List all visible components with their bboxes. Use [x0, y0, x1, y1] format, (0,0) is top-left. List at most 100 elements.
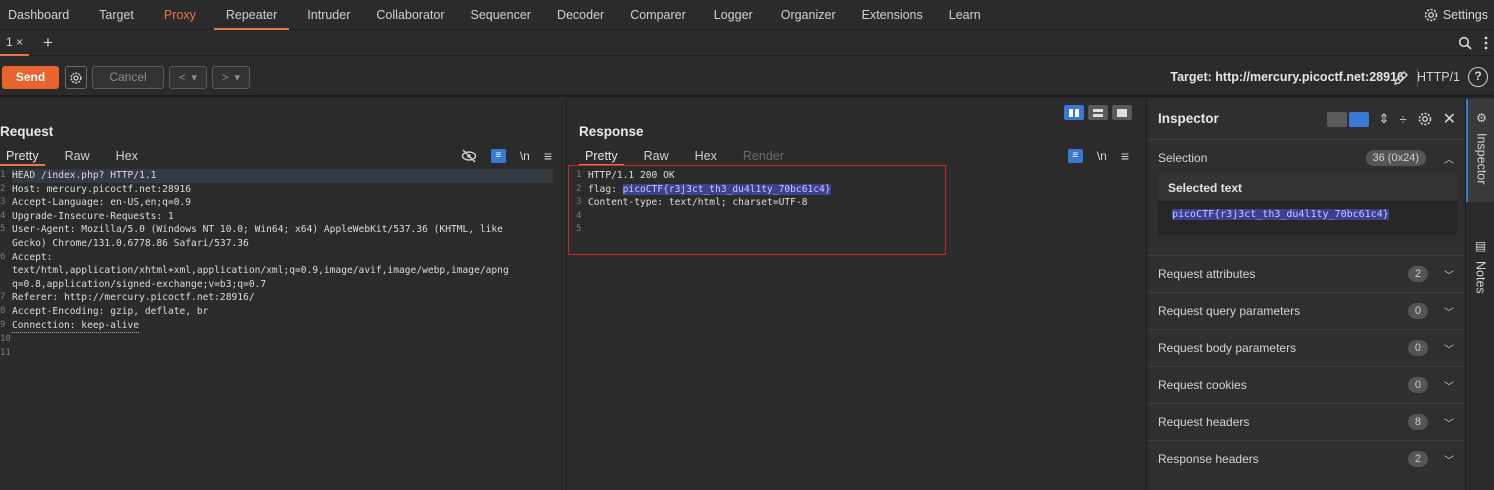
response-tab-pretty[interactable]: Pretty: [579, 146, 624, 166]
line-number: 10: [0, 334, 11, 345]
layout-split-rows-icon[interactable]: [1088, 105, 1108, 120]
sidebar-tab-inspector[interactable]: ⚙ Inspector: [1466, 99, 1494, 202]
collapse-all-icon[interactable]: ÷: [1399, 112, 1406, 127]
chevron-down-icon: ﹀: [1444, 344, 1454, 356]
nav-tab-dashboard[interactable]: Dashboard: [0, 0, 77, 30]
request-line: Gecko) Chrome/131.0.6778.86 Safari/537.3…: [0, 237, 566, 251]
edit-pencil-icon[interactable]: [1392, 69, 1410, 87]
line-number: 2: [0, 183, 6, 194]
more-vertical-icon[interactable]: [1484, 36, 1488, 50]
request-line-text: text/html,application/xhtml+xml,applicat…: [12, 265, 509, 277]
repeater-toolbar: Send Cancel < ▾ > ▾ Target: http://mercury…: [0, 57, 1494, 97]
line-number: 6: [0, 251, 6, 262]
inspector-section-label: Request query parameters: [1158, 304, 1301, 318]
inspector-section-row[interactable]: Request cookies 0 ﹀: [1148, 366, 1464, 403]
gear-icon[interactable]: [1417, 111, 1433, 127]
selected-text-value[interactable]: picoCTF{r3j3ct_th3_du4l1ty_70bc61c4}: [1172, 209, 1389, 220]
line-number: 1: [0, 170, 6, 180]
nav-tab-organizer[interactable]: Organizer: [773, 0, 844, 30]
request-tab-raw[interactable]: Raw: [59, 146, 96, 166]
layout-single-icon[interactable]: [1112, 105, 1132, 120]
sidebar-notes-label: Notes: [1473, 261, 1488, 294]
request-line: 5 User-Agent: Mozilla/5.0 (Windows NT 10.…: [0, 223, 566, 237]
nav-tab-comparer[interactable]: Comparer: [622, 0, 694, 30]
newline-toggle-icon[interactable]: \n: [1097, 149, 1107, 163]
settings-button[interactable]: Settings: [1423, 0, 1488, 30]
inspector-section-label: Request attributes: [1158, 267, 1256, 281]
inspector-layout-left-icon[interactable]: [1326, 111, 1347, 127]
inspector-section-row[interactable]: Request attributes 2 ﹀: [1148, 255, 1464, 292]
line-number: 7: [0, 292, 6, 303]
request-line: 3 Accept-Language: en-US,en;q=0.9: [0, 196, 566, 210]
expand-all-icon[interactable]: ⇕: [1379, 111, 1390, 127]
repeater-tab-1[interactable]: 1 ×: [0, 30, 30, 56]
nav-tab-extensions[interactable]: Extensions: [854, 0, 931, 30]
request-line-text: Upgrade-Insecure-Requests: 1: [12, 210, 174, 222]
send-button[interactable]: Send: [2, 66, 59, 89]
request-tab-hex[interactable]: Hex: [110, 146, 144, 166]
send-settings-button[interactable]: [65, 66, 87, 89]
nav-tab-intruder[interactable]: Intruder: [299, 0, 358, 30]
nav-tab-logger[interactable]: Logger: [706, 0, 761, 30]
close-icon[interactable]: ✕: [1443, 109, 1456, 129]
cancel-button[interactable]: Cancel: [92, 66, 164, 89]
right-sidebar: ⚙ Inspector ▤ Notes: [1465, 99, 1494, 490]
inspector-section-row[interactable]: Response headers 2 ﹀: [1148, 440, 1464, 477]
chevron-left-icon: <: [179, 71, 186, 84]
history-forward-button[interactable]: > ▾: [212, 66, 250, 89]
nav-tab-target[interactable]: Target: [91, 0, 142, 30]
sidebar-tab-notes[interactable]: ▤ Notes: [1466, 239, 1494, 319]
sidebar-inspector-label: Inspector: [1474, 133, 1489, 185]
dropdown-arrow-icon: ▾: [191, 72, 197, 84]
request-line: q=0.8,application/signed-exchange;v=b3;q…: [0, 278, 566, 292]
selected-text-label: Selected text: [1158, 175, 1457, 201]
http-version-toggle[interactable]: HTTP/1: [1417, 66, 1460, 89]
response-tab-hex[interactable]: Hex: [689, 146, 723, 166]
layout-split-columns-icon[interactable]: [1064, 105, 1084, 120]
request-tab-pretty[interactable]: Pretty: [0, 146, 45, 166]
repeater-tabs: 1 × +: [0, 30, 1494, 56]
search-icon[interactable]: [1458, 36, 1472, 50]
inspector-section-label: Request headers: [1158, 415, 1250, 429]
line-number: 11: [0, 347, 11, 358]
response-tab-raw[interactable]: Raw: [638, 146, 675, 166]
nav-tab-proxy[interactable]: Proxy: [156, 0, 204, 30]
word-wrap-icon[interactable]: ≡: [1067, 149, 1083, 163]
hide-nonprintable-icon[interactable]: [461, 149, 477, 163]
response-title: Response: [579, 124, 644, 139]
request-panel: Request Pretty Raw Hex ≡ \n ≡ 1 HEAD /ind…: [0, 99, 567, 490]
inspector-selection-row[interactable]: Selection 36 (0x24) ︿: [1148, 139, 1464, 176]
nav-tab-sequencer[interactable]: Sequencer: [462, 0, 538, 30]
newline-toggle-icon[interactable]: \n: [520, 149, 530, 163]
request-line: text/html,application/xhtml+xml,applicat…: [0, 264, 566, 278]
request-line-text: Gecko) Chrome/131.0.6778.86 Safari/537.3…: [12, 237, 249, 249]
inspector-toolbar: ⇕ ÷ ✕: [1326, 109, 1456, 129]
layout-toggle-group: [1064, 105, 1132, 120]
help-icon[interactable]: ?: [1468, 67, 1488, 87]
inspector-icon: ⚙: [1476, 111, 1487, 125]
nav-tab-learn[interactable]: Learn: [941, 0, 989, 30]
nav-tab-repeater[interactable]: Repeater: [213, 0, 290, 30]
request-title: Request: [0, 124, 54, 139]
nav-tab-collaborator[interactable]: Collaborator: [368, 0, 452, 30]
response-tab-render[interactable]: Render: [737, 146, 790, 166]
menu-icon[interactable]: ≡: [1121, 148, 1129, 164]
inspector-section-label: Response headers: [1158, 452, 1259, 466]
inspector-section-row[interactable]: Request headers 8 ﹀: [1148, 403, 1464, 440]
history-back-button[interactable]: < ▾: [169, 66, 207, 89]
request-line-text: Host: mercury.picoctf.net:28916: [12, 183, 192, 195]
menu-icon[interactable]: ≡: [544, 148, 552, 164]
inspector-section-count: 2: [1407, 451, 1428, 467]
inspector-layout-right-icon[interactable]: [1348, 111, 1369, 127]
inspector-section-row[interactable]: Request body parameters 0 ﹀: [1148, 329, 1464, 366]
request-line-text: Referer: http://mercury.picoctf.net:2891…: [12, 292, 255, 304]
target-label[interactable]: Target: http://mercury.picoctf.net:28916: [1170, 66, 1404, 89]
add-tab-button[interactable]: +: [43, 33, 53, 53]
request-line-text: Accept-Encoding: gzip, deflate, br: [12, 305, 209, 317]
gear-icon: [70, 71, 82, 84]
chevron-down-icon: ﹀: [1444, 270, 1454, 282]
inspector-section-row[interactable]: Request query parameters 0 ﹀: [1148, 292, 1464, 329]
request-editor[interactable]: 1 HEAD /index.php? HTTP/1.1 2 Host: mercury…: [0, 169, 566, 490]
word-wrap-icon[interactable]: ≡: [490, 149, 506, 163]
nav-tab-decoder[interactable]: Decoder: [549, 0, 612, 30]
